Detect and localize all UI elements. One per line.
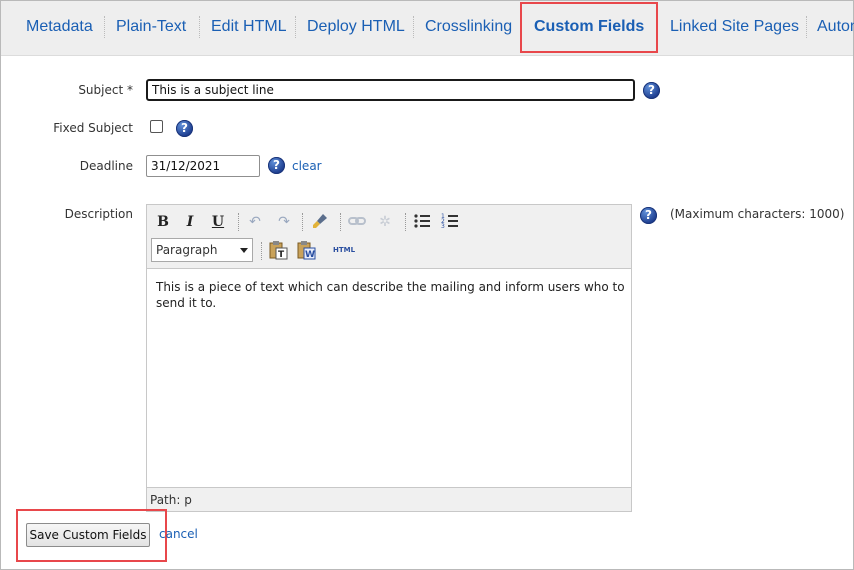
- numbered-list-icon[interactable]: 123: [440, 212, 460, 232]
- tab-separator: [295, 16, 296, 38]
- paste-word-icon[interactable]: W: [296, 240, 316, 260]
- subject-label: Subject *: [78, 83, 133, 97]
- underline-icon[interactable]: U: [208, 212, 228, 232]
- cleanup-icon[interactable]: [310, 212, 330, 232]
- unlink-icon[interactable]: ✲: [375, 212, 395, 232]
- deadline-input[interactable]: [146, 155, 260, 177]
- cancel-link[interactable]: cancel: [159, 527, 198, 541]
- description-editor: B I U ↶ ↷ ✲ 123 Paragraph T W HTML This …: [146, 204, 632, 512]
- tab-bar: Metadata Plain-Text Edit HTML Deploy HTM…: [1, 1, 854, 56]
- undo-icon[interactable]: ↶: [245, 212, 265, 232]
- help-icon[interactable]: ?: [176, 120, 193, 137]
- description-content[interactable]: This is a piece of text which can descri…: [156, 279, 626, 311]
- tab-crosslinking[interactable]: Crosslinking: [425, 17, 512, 37]
- bullet-list-icon[interactable]: [412, 212, 432, 232]
- redo-icon[interactable]: ↷: [274, 212, 294, 232]
- fixed-subject-label: Fixed Subject: [53, 121, 133, 135]
- link-icon[interactable]: [347, 212, 367, 232]
- max-chars-note: (Maximum characters: 1000): [670, 207, 845, 221]
- help-icon[interactable]: ?: [643, 82, 660, 99]
- editor-toolbar: B I U ↶ ↷ ✲ 123 Paragraph T W HTML: [147, 205, 631, 269]
- help-icon[interactable]: ?: [640, 207, 657, 224]
- tab-separator: [104, 16, 105, 38]
- toolbar-separator: [340, 213, 341, 231]
- svg-text:3: 3: [441, 223, 445, 230]
- toolbar-separator: [405, 213, 406, 231]
- tab-plain-text[interactable]: Plain-Text: [116, 17, 186, 37]
- save-custom-fields-button[interactable]: Save Custom Fields: [26, 523, 150, 547]
- tab-deploy-html[interactable]: Deploy HTML: [307, 17, 405, 37]
- html-source-icon[interactable]: HTML: [330, 240, 358, 260]
- tab-automation[interactable]: Autom: [817, 17, 854, 37]
- help-icon[interactable]: ?: [268, 157, 285, 174]
- tab-linked-site-pages[interactable]: Linked Site Pages: [670, 17, 799, 37]
- format-select[interactable]: Paragraph: [151, 238, 253, 262]
- toolbar-separator: [261, 242, 262, 260]
- tab-separator: [413, 16, 414, 38]
- fixed-subject-checkbox[interactable]: [150, 120, 163, 133]
- svg-text:T: T: [278, 250, 285, 260]
- editor-path-bar: Path: p: [147, 487, 631, 511]
- deadline-label: Deadline: [79, 159, 133, 173]
- tab-edit-html[interactable]: Edit HTML: [211, 17, 287, 37]
- subject-input[interactable]: [146, 79, 635, 101]
- tab-separator: [199, 16, 200, 38]
- description-label: Description: [64, 207, 133, 221]
- clear-deadline-link[interactable]: clear: [292, 159, 322, 173]
- bold-icon[interactable]: B: [153, 212, 173, 232]
- paste-text-icon[interactable]: T: [268, 240, 288, 260]
- format-select-value: Paragraph: [156, 243, 218, 257]
- active-tab-highlight: [520, 2, 658, 53]
- chevron-down-icon: [240, 248, 248, 253]
- tab-separator: [806, 16, 807, 38]
- tab-metadata[interactable]: Metadata: [26, 17, 93, 37]
- toolbar-separator: [302, 213, 303, 231]
- svg-text:W: W: [305, 250, 315, 260]
- toolbar-separator: [238, 213, 239, 231]
- italic-icon[interactable]: I: [180, 212, 200, 232]
